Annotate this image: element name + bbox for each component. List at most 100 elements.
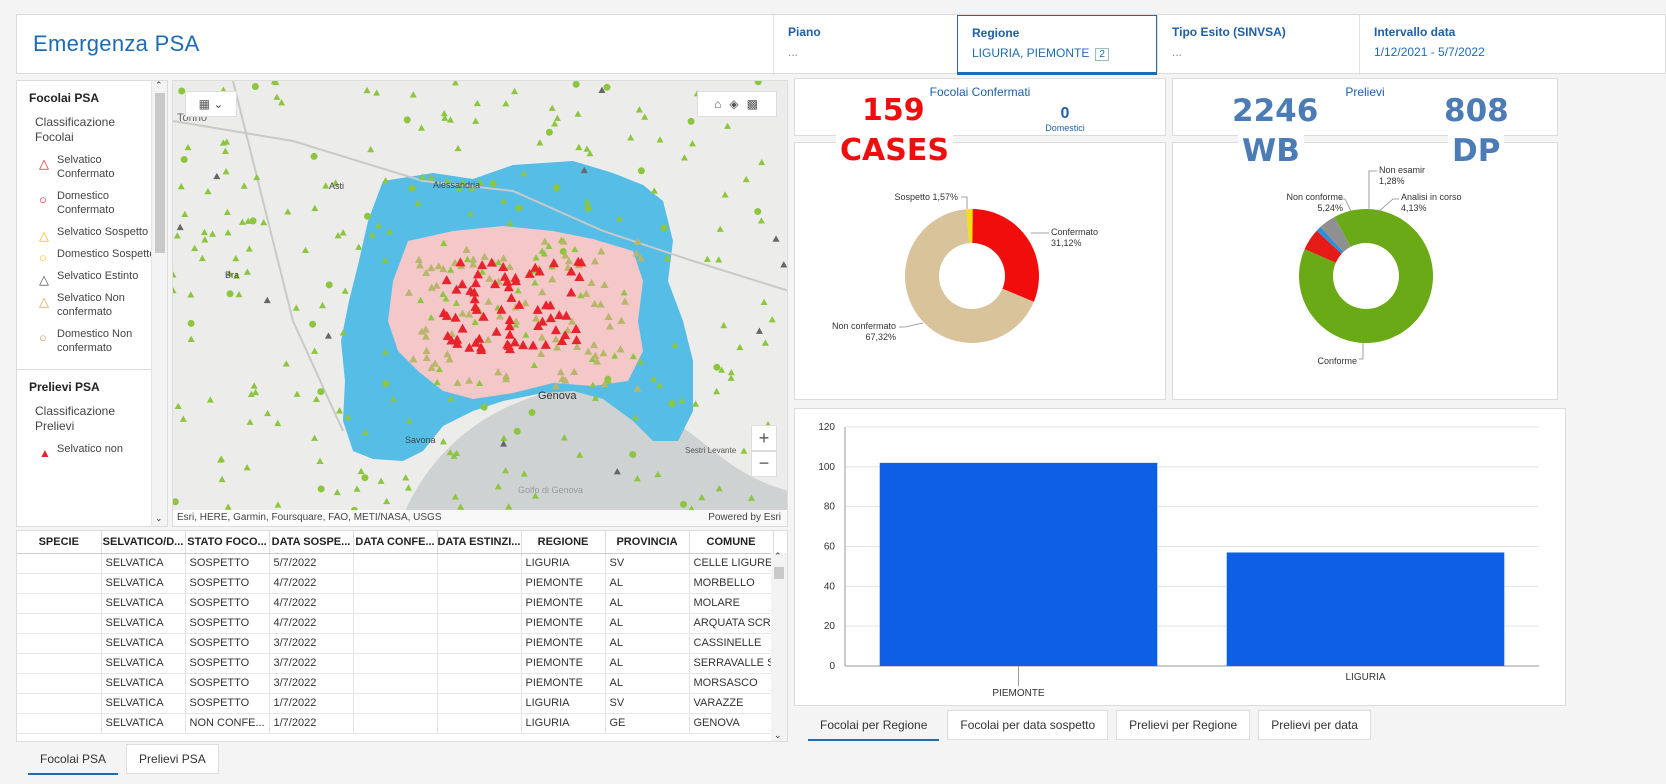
column-header[interactable]: REGIONE bbox=[521, 531, 606, 554]
sample-point[interactable] bbox=[179, 415, 187, 422]
zoom-out-button[interactable]: − bbox=[751, 451, 777, 477]
table-row[interactable]: SELVATICA SOSPETTO 3/7/2022 PIEMONTE AL CASSI… bbox=[17, 633, 774, 654]
sample-point[interactable] bbox=[232, 254, 240, 262]
sample-point[interactable] bbox=[187, 335, 195, 342]
tab-focolai-psa[interactable]: Focolai PSA bbox=[28, 745, 119, 775]
sample-point[interactable] bbox=[224, 503, 232, 510]
sample-point[interactable] bbox=[316, 457, 324, 464]
table-row[interactable]: SELVATICA SOSPETTO 3/7/2022 PIEMONTE AL SERRA… bbox=[17, 653, 774, 674]
sample-point[interactable] bbox=[173, 286, 177, 294]
sample-point[interactable] bbox=[377, 477, 385, 484]
scroll-up-icon[interactable]: ⌃ bbox=[774, 551, 782, 562]
column-header[interactable]: DATA CONFE... bbox=[353, 531, 438, 554]
sample-point[interactable] bbox=[637, 167, 645, 175]
sample-point[interactable] bbox=[355, 243, 363, 250]
sample-point[interactable] bbox=[309, 320, 317, 328]
sample-point[interactable] bbox=[513, 427, 521, 435]
sample-point[interactable] bbox=[341, 287, 349, 294]
sample-point[interactable] bbox=[293, 390, 301, 397]
sample-point[interactable] bbox=[528, 409, 536, 417]
sample-point[interactable] bbox=[235, 290, 243, 298]
scroll-up-icon[interactable]: ⌃ bbox=[155, 81, 163, 91]
sample-point[interactable] bbox=[187, 291, 195, 298]
tab-prelievi-psa[interactable]: Prelievi PSA bbox=[126, 744, 219, 774]
column-header[interactable]: DATA SOSPE... bbox=[269, 531, 354, 554]
sample-point[interactable] bbox=[200, 228, 208, 236]
sample-point[interactable] bbox=[758, 158, 766, 166]
sample-point[interactable] bbox=[383, 497, 391, 505]
sample-point[interactable] bbox=[353, 485, 361, 492]
sample-point[interactable] bbox=[760, 298, 768, 306]
sample-point[interactable] bbox=[251, 82, 259, 90]
table-row[interactable]: SELVATICA NON CONFE... 1/7/2022 LIGURIA GE GE… bbox=[17, 713, 774, 734]
qr-icon[interactable]: ▩ bbox=[747, 97, 766, 111]
sample-point[interactable] bbox=[679, 500, 687, 508]
sample-point[interactable] bbox=[572, 81, 580, 88]
sample-point[interactable] bbox=[174, 402, 182, 410]
sample-point[interactable] bbox=[548, 104, 556, 111]
table-row[interactable]: SELVATICA SOSPETTO 5/7/2022 LIGURIA SV CELLE … bbox=[17, 553, 774, 574]
sample-point[interactable] bbox=[439, 438, 447, 445]
sample-point[interactable] bbox=[757, 217, 765, 224]
sample-point[interactable] bbox=[680, 154, 688, 161]
sample-point[interactable] bbox=[515, 204, 523, 212]
sample-point[interactable] bbox=[713, 387, 721, 395]
sample-point[interactable] bbox=[402, 474, 410, 481]
sample-point[interactable] bbox=[302, 246, 310, 254]
map-select-tool[interactable]: ▦ ⌄ bbox=[185, 91, 237, 117]
sample-point[interactable] bbox=[382, 380, 390, 388]
sample-point[interactable] bbox=[311, 204, 319, 212]
tab-focolai-per-regione[interactable]: Focolai per Regione bbox=[808, 711, 940, 741]
tab-focolai-per-data-sospetto[interactable]: Focolai per data sospetto bbox=[947, 710, 1109, 740]
sample-point[interactable] bbox=[180, 156, 188, 164]
sample-point[interactable] bbox=[250, 382, 258, 389]
filter-intervallo-data[interactable]: Intervallo data 1/12/2021 - 5/7/2022 bbox=[1359, 15, 1609, 75]
sample-point[interactable] bbox=[736, 343, 744, 351]
filter-regione[interactable]: Regione LIGURIA, PIEMONTE 2 bbox=[957, 15, 1157, 75]
sample-point[interactable] bbox=[583, 145, 591, 152]
sample-point[interactable] bbox=[489, 180, 497, 188]
sample-point[interactable] bbox=[260, 219, 268, 226]
outbreak-extinct-point[interactable] bbox=[772, 235, 780, 242]
outbreak-extinct-point[interactable] bbox=[176, 223, 184, 231]
sample-point[interactable] bbox=[273, 93, 281, 100]
sample-point[interactable] bbox=[243, 464, 251, 471]
sample-point[interactable] bbox=[446, 116, 454, 123]
sample-point[interactable] bbox=[173, 271, 177, 278]
column-header[interactable]: DATA ESTINZI... bbox=[437, 531, 522, 554]
sample-point[interactable] bbox=[536, 139, 544, 146]
sample-point[interactable] bbox=[249, 217, 257, 225]
tab-prelievi-per-data[interactable]: Prelievi per data bbox=[1258, 710, 1371, 740]
sample-point[interactable] bbox=[317, 388, 325, 396]
table-scrollbar[interactable]: ⌃ ⌄ bbox=[771, 551, 787, 741]
sample-point[interactable] bbox=[361, 474, 369, 482]
scroll-down-icon[interactable]: ⌄ bbox=[774, 730, 782, 741]
tab-prelievi-per-regione[interactable]: Prelievi per Regione bbox=[1116, 710, 1251, 740]
sample-point[interactable] bbox=[246, 418, 254, 425]
sample-point[interactable] bbox=[603, 83, 611, 91]
sample-point[interactable] bbox=[221, 147, 229, 154]
sample-point[interactable] bbox=[511, 87, 519, 95]
sample-point[interactable] bbox=[187, 319, 195, 327]
sample-point[interactable] bbox=[292, 304, 300, 311]
sample-point[interactable] bbox=[584, 204, 592, 212]
table-row[interactable]: SELVATICA SOSPETTO 4/7/2022 PIEMONTE AL ARQUA… bbox=[17, 613, 774, 634]
sample-point[interactable] bbox=[206, 396, 214, 403]
sample-point[interactable] bbox=[191, 244, 199, 252]
sample-point[interactable] bbox=[720, 321, 728, 329]
sample-point[interactable] bbox=[724, 122, 732, 129]
sample-point[interactable] bbox=[208, 230, 216, 237]
sample-point[interactable] bbox=[245, 245, 253, 252]
bar-liguria[interactable] bbox=[1226, 552, 1505, 666]
bar-piemonte[interactable] bbox=[879, 462, 1158, 666]
sample-point[interactable] bbox=[627, 134, 635, 141]
sample-point[interactable] bbox=[223, 208, 231, 216]
sample-point[interactable] bbox=[721, 191, 729, 198]
donut-slice[interactable] bbox=[972, 209, 1039, 302]
sample-point[interactable] bbox=[553, 114, 561, 121]
sample-point[interactable] bbox=[204, 187, 212, 195]
sample-point[interactable] bbox=[409, 91, 417, 98]
outbreak-extinct-point[interactable] bbox=[780, 261, 787, 268]
legend-scrollbar[interactable]: ⌃ ⌄ bbox=[151, 81, 167, 526]
sample-point[interactable] bbox=[687, 117, 695, 125]
